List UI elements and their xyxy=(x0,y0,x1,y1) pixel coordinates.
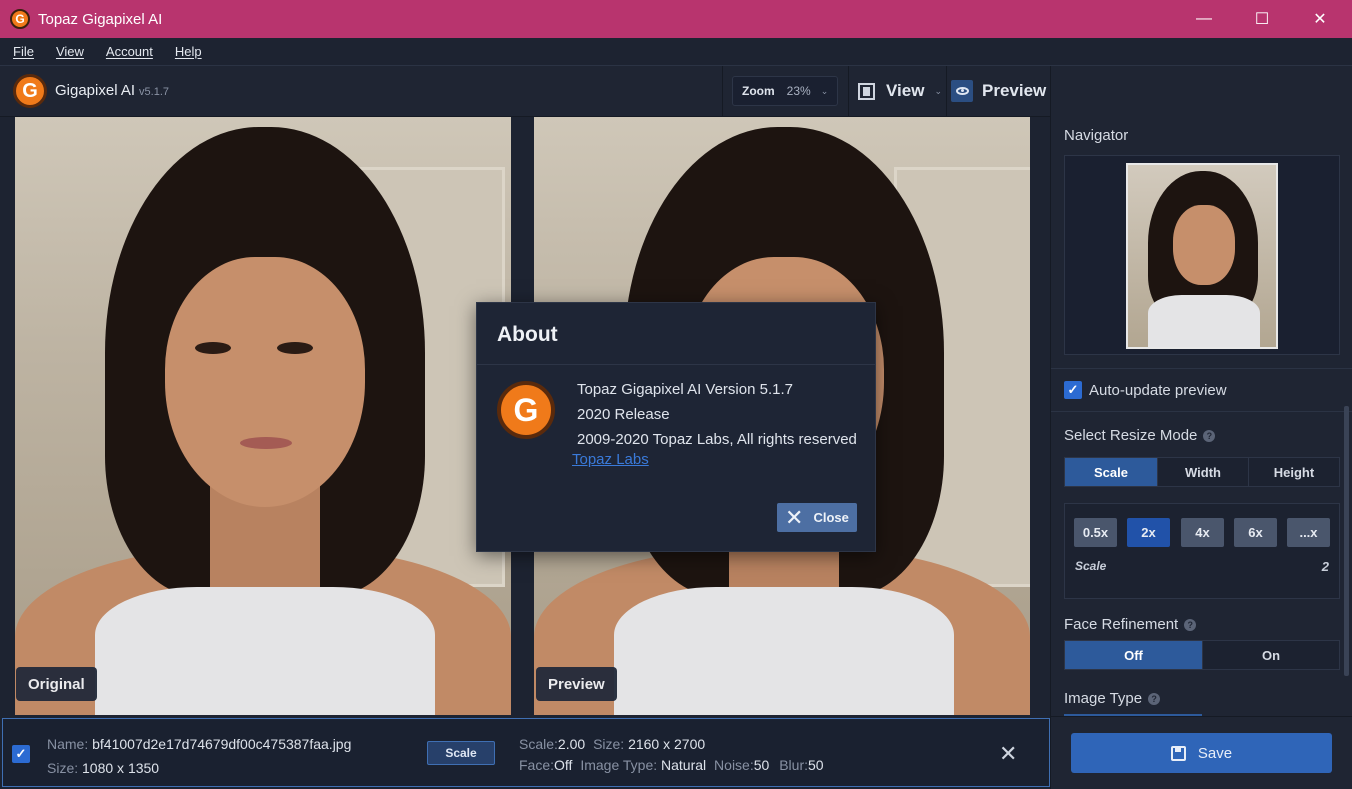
topaz-logo-icon: G xyxy=(497,381,555,439)
save-label: Save xyxy=(1197,744,1233,762)
close-window-button[interactable]: ✕ xyxy=(1291,0,1349,38)
scale-4x-button[interactable]: 4x xyxy=(1181,518,1224,547)
help-icon[interactable]: ? xyxy=(1203,430,1216,443)
image-type-title: Image Type? xyxy=(1064,690,1161,707)
menu-account[interactable]: Account xyxy=(106,44,153,59)
resize-mode-title: Select Resize Mode? xyxy=(1064,427,1216,444)
split-view-icon xyxy=(858,82,875,100)
about-dialog-header: About xyxy=(477,303,875,365)
about-version: Topaz Gigapixel AI Version 5.1.7 xyxy=(577,381,793,398)
resize-mode-height[interactable]: Height xyxy=(1248,458,1339,486)
navigator-panel[interactable] xyxy=(1064,155,1340,355)
window-title: Topaz Gigapixel AI xyxy=(38,10,163,28)
maximize-button[interactable]: ☐ xyxy=(1233,0,1291,38)
toolbar-divider xyxy=(946,66,947,117)
output-scale-size: Scale:2.00 Size: 2160 x 2700 xyxy=(519,736,706,752)
scale-label: Scale xyxy=(1075,559,1107,573)
settings-sidebar: Navigator ✓ Auto-update preview Select R… xyxy=(1050,66,1352,789)
toolbar: G Gigapixel AI v5.1.7 Zoom 23% ⌄ View ⌄ P… xyxy=(0,66,1050,117)
scale-6x-button[interactable]: 6x xyxy=(1234,518,1277,547)
scale-2x-button[interactable]: 2x xyxy=(1127,518,1170,547)
file-list-item[interactable]: ✓ Name: bf41007d2e17d74679df00c475387faa… xyxy=(2,718,1050,787)
title-bar: G Topaz Gigapixel AI — ☐ ✕ xyxy=(0,0,1352,38)
zoom-label: Zoom xyxy=(742,84,775,98)
save-disk-icon xyxy=(1170,745,1186,761)
file-checkbox[interactable]: ✓ xyxy=(12,745,30,763)
zoom-dropdown[interactable]: Zoom 23% ⌄ xyxy=(732,76,838,106)
about-dialog-title: About xyxy=(497,323,558,346)
scale-custom-button[interactable]: ...x xyxy=(1287,518,1330,547)
save-button[interactable]: Save xyxy=(1071,733,1332,773)
original-image-pane[interactable]: Original xyxy=(15,117,511,715)
about-close-button[interactable]: ✕ Close xyxy=(777,503,857,532)
scale-0-5x-button[interactable]: 0.5x xyxy=(1074,518,1117,547)
menu-view[interactable]: View xyxy=(56,44,84,59)
menu-help[interactable]: Help xyxy=(175,44,202,59)
divider xyxy=(1051,368,1352,369)
divider xyxy=(1051,716,1352,717)
auto-update-row[interactable]: ✓ Auto-update preview xyxy=(1064,381,1227,399)
resize-mode-selector: Scale Width Height xyxy=(1064,457,1340,487)
help-icon[interactable]: ? xyxy=(1148,693,1161,706)
preview-toggle[interactable]: Preview xyxy=(951,79,1046,103)
face-refinement-off[interactable]: Off xyxy=(1065,641,1202,669)
remove-file-icon[interactable]: ✕ xyxy=(999,741,1017,767)
sidebar-scrollbar[interactable] xyxy=(1344,406,1349,676)
about-close-label: Close xyxy=(813,510,849,525)
menu-bar: File View Account Help xyxy=(0,38,1352,66)
resize-mode-badge: Scale xyxy=(427,741,495,765)
resize-mode-width[interactable]: Width xyxy=(1157,458,1248,486)
close-icon: ✕ xyxy=(785,504,804,530)
about-dialog: About G Topaz Gigapixel AI Version 5.1.7… xyxy=(476,302,876,552)
navigator-thumbnail[interactable] xyxy=(1126,163,1278,349)
gigapixel-logo-icon: G xyxy=(13,74,47,108)
navigator-title: Navigator xyxy=(1064,127,1129,144)
toolbar-divider xyxy=(848,66,849,117)
eye-icon xyxy=(951,80,973,102)
scale-value: 2 xyxy=(1321,559,1329,574)
help-icon[interactable]: ? xyxy=(1184,619,1197,632)
chevron-down-icon: ⌄ xyxy=(934,85,942,96)
view-dropdown[interactable]: View ⌄ xyxy=(858,79,942,103)
view-label: View xyxy=(886,81,925,100)
face-refinement-title: Face Refinement? xyxy=(1064,616,1197,633)
toolbar-divider xyxy=(722,66,723,117)
app-logo-icon: G xyxy=(10,9,30,29)
file-name: Name: bf41007d2e17d74679df00c475387faa.j… xyxy=(47,736,352,752)
app-version: v5.1.7 xyxy=(139,86,170,98)
minimize-button[interactable]: — xyxy=(1175,0,1233,38)
chevron-down-icon: ⌄ xyxy=(820,85,829,96)
preview-pane-label: Preview xyxy=(536,667,617,701)
face-refinement-on[interactable]: On xyxy=(1202,641,1339,669)
preview-label: Preview xyxy=(982,81,1047,100)
original-photo xyxy=(15,117,511,715)
output-settings: Face:Off Image Type: Natural Noise:50 Bl… xyxy=(519,757,824,773)
scale-options-panel: 0.5x 2x 4x 6x ...x Scale 2 xyxy=(1064,503,1340,599)
topaz-labs-link[interactable]: Topaz Labs xyxy=(572,451,649,468)
app-brand: Gigapixel AI v5.1.7 xyxy=(55,82,169,99)
menu-file[interactable]: File xyxy=(13,44,34,59)
auto-update-label: Auto-update preview xyxy=(1089,381,1227,399)
divider xyxy=(1051,411,1352,412)
about-release: 2020 Release xyxy=(577,406,670,423)
resize-mode-scale[interactable]: Scale xyxy=(1065,458,1157,486)
app-name: Gigapixel AI xyxy=(55,82,136,99)
auto-update-checkbox[interactable]: ✓ xyxy=(1064,381,1082,399)
about-copyright: 2009-2020 Topaz Labs, All rights reserve… xyxy=(577,431,857,448)
original-label: Original xyxy=(16,667,97,701)
zoom-value: 23% xyxy=(786,84,811,98)
file-size: Size: 1080 x 1350 xyxy=(47,760,160,776)
face-refinement-toggle: Off On xyxy=(1064,640,1340,670)
